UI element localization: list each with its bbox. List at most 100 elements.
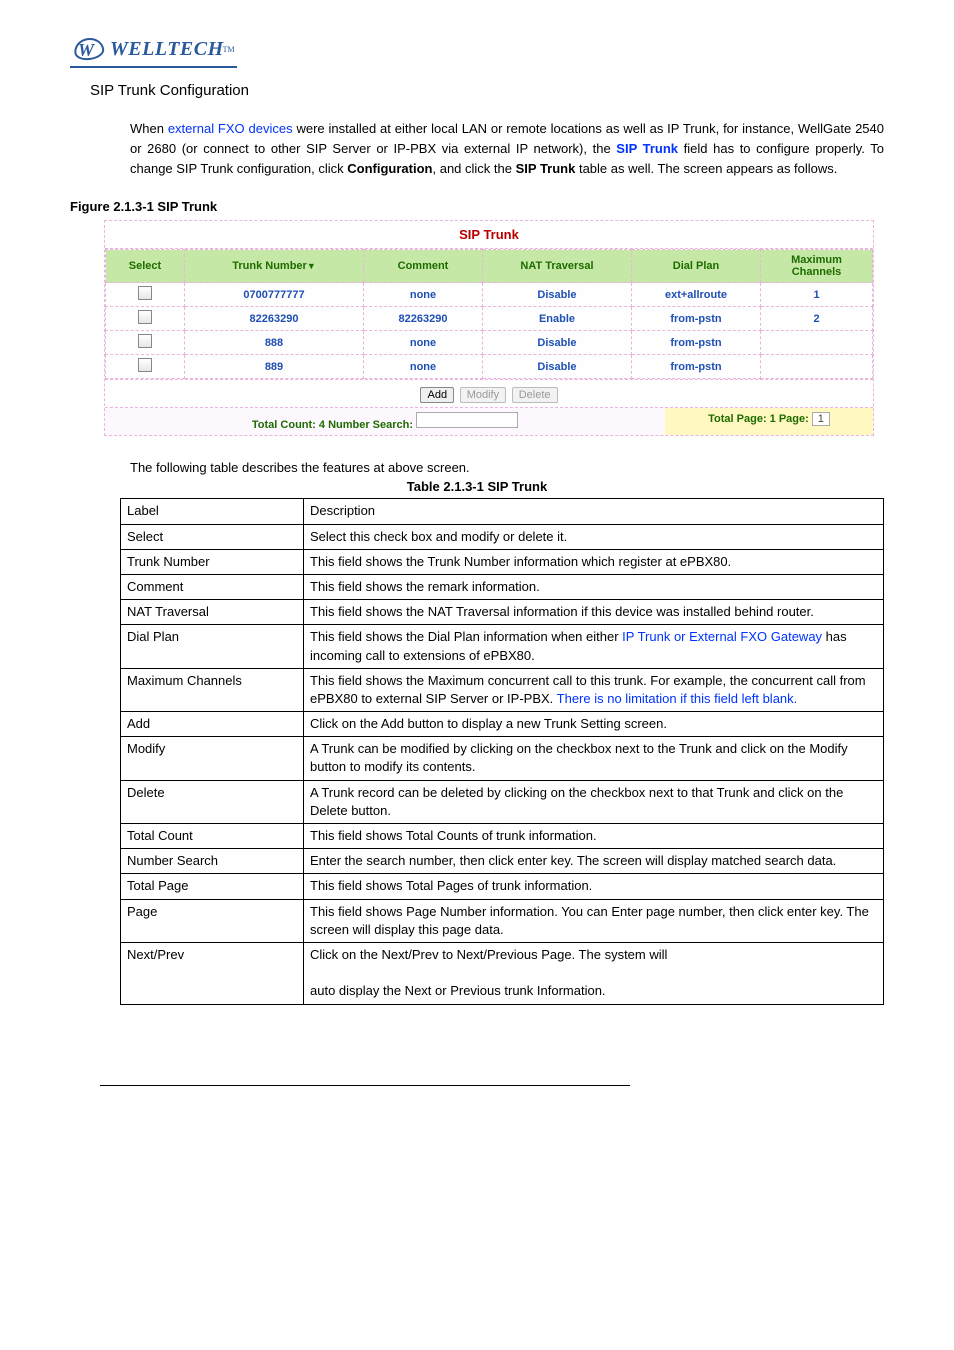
table-row: Maximum ChannelsThis field shows the Max… [121,668,884,711]
logo-tm: TM [223,45,235,54]
desc-text: This field shows the NAT Traversal infor… [304,600,884,625]
cell-max[interactable] [761,355,873,379]
cell-comment[interactable]: none [364,355,483,379]
desc-label: NAT Traversal [121,600,304,625]
table-row: CommentThis field shows the remark infor… [121,574,884,599]
desc-text: Enter the search number, then click ente… [304,849,884,874]
table-row: NAT TraversalThis field shows the NAT Tr… [121,600,884,625]
table-row: Total PageThis field shows Total Pages o… [121,874,884,899]
col-dial-plan[interactable]: Dial Plan [632,250,761,283]
total-page-label: Total Page: 1 Page: [708,413,809,425]
table-row: 8226329082263290Enablefrom-pstn2 [106,307,873,331]
table-row: Trunk NumberThis field shows the Trunk N… [121,549,884,574]
desc-text: Click on the Add button to display a new… [304,712,884,737]
desc-text: This field shows the remark information. [304,574,884,599]
intro-paragraph: When external FXO devices were installed… [130,119,884,179]
row-checkbox[interactable] [138,286,152,300]
table-row: Total CountThis field shows Total Counts… [121,824,884,849]
sip-trunk-table: Select Trunk Number▼ Comment NAT Travers… [105,249,873,379]
table-row: Next/PrevClick on the Next/Prev to Next/… [121,942,884,1004]
cell-dial[interactable]: from-pstn [632,355,761,379]
col-trunk-number[interactable]: Trunk Number▼ [185,250,364,283]
desc-text: Description [304,499,884,524]
page-footer-rule [100,1085,630,1086]
table-row: DeleteA Trunk record can be deleted by c… [121,780,884,823]
desc-label: Next/Prev [121,942,304,1004]
sip-button-row: Add Modify Delete [105,379,873,407]
logo: W WELLTECH TM [70,30,237,68]
number-search-input[interactable] [416,412,518,428]
table-row: LabelDescription [121,499,884,524]
desc-label: Select [121,524,304,549]
cell-nat[interactable]: Enable [483,307,632,331]
desc-label: Number Search [121,849,304,874]
sip-panel-title: SIP Trunk [105,221,873,249]
desc-text: This field shows Total Counts of trunk i… [304,824,884,849]
table-row: PageThis field shows Page Number informa… [121,899,884,942]
desc-label: Maximum Channels [121,668,304,711]
sip-footer: Total Count: 4 Number Search: Total Page… [105,407,873,435]
cell-comment[interactable]: 82263290 [364,307,483,331]
desc-text: Click on the Next/Prev to Next/Previous … [304,942,884,1004]
desc-label: Trunk Number [121,549,304,574]
desc-text: This field shows Page Number information… [304,899,884,942]
cell-nat[interactable]: Disable [483,283,632,307]
description-table: LabelDescriptionSelectSelect this check … [120,498,884,1004]
delete-button[interactable]: Delete [512,387,558,403]
cell-dial[interactable]: ext+allroute [632,283,761,307]
figure-label: Figure 2.1.3-1 SIP Trunk [70,199,884,214]
row-checkbox[interactable] [138,310,152,324]
row-checkbox[interactable] [138,334,152,348]
modify-button[interactable]: Modify [460,387,506,403]
desc-table-caption: Table 2.1.3-1 SIP Trunk [70,479,884,494]
desc-text: This field shows Total Pages of trunk in… [304,874,884,899]
desc-label: Modify [121,737,304,780]
table-row: SelectSelect this check box and modify o… [121,524,884,549]
sip-trunk-panel: SIP Trunk Select Trunk Number▼ Comment N… [104,220,874,436]
cell-nat[interactable]: Disable [483,355,632,379]
table-row: 888noneDisablefrom-pstn [106,331,873,355]
cell-trunk[interactable]: 0700777777 [185,283,364,307]
row-checkbox[interactable] [138,358,152,372]
section-title: SIP Trunk Configuration [90,82,884,99]
cell-dial[interactable]: from-pstn [632,331,761,355]
cell-dial[interactable]: from-pstn [632,307,761,331]
table-row: AddClick on the Add button to display a … [121,712,884,737]
desc-intro: The following table describes the featur… [130,460,884,475]
cell-comment[interactable]: none [364,283,483,307]
total-count-label: Total Count: 4 Number Search: [252,419,413,431]
table-row: 889noneDisablefrom-pstn [106,355,873,379]
table-row: Dial PlanThis field shows the Dial Plan … [121,625,884,668]
cell-max[interactable]: 2 [761,307,873,331]
desc-label: Dial Plan [121,625,304,668]
logo-oval-icon: W [72,34,108,64]
col-max-channels[interactable]: Maximum Channels [761,250,873,283]
col-comment[interactable]: Comment [364,250,483,283]
desc-text: This field shows the Dial Plan informati… [304,625,884,668]
desc-text: A Trunk record can be deleted by clickin… [304,780,884,823]
sort-desc-icon: ▼ [307,261,316,271]
desc-label: Delete [121,780,304,823]
page-input[interactable]: 1 [812,412,830,426]
cell-trunk[interactable]: 888 [185,331,364,355]
col-select[interactable]: Select [106,250,185,283]
table-row: 0700777777noneDisableext+allroute1 [106,283,873,307]
cell-max[interactable]: 1 [761,283,873,307]
desc-label: Page [121,899,304,942]
desc-label: Add [121,712,304,737]
desc-label: Total Count [121,824,304,849]
add-button[interactable]: Add [420,387,454,403]
col-nat[interactable]: NAT Traversal [483,250,632,283]
cell-trunk[interactable]: 82263290 [185,307,364,331]
desc-text: A Trunk can be modified by clicking on t… [304,737,884,780]
desc-text: Select this check box and modify or dele… [304,524,884,549]
desc-label: Total Page [121,874,304,899]
cell-trunk[interactable]: 889 [185,355,364,379]
cell-comment[interactable]: none [364,331,483,355]
table-row: ModifyA Trunk can be modified by clickin… [121,737,884,780]
cell-nat[interactable]: Disable [483,331,632,355]
desc-text: This field shows the Maximum concurrent … [304,668,884,711]
desc-text: This field shows the Trunk Number inform… [304,549,884,574]
desc-label: Comment [121,574,304,599]
cell-max[interactable] [761,331,873,355]
